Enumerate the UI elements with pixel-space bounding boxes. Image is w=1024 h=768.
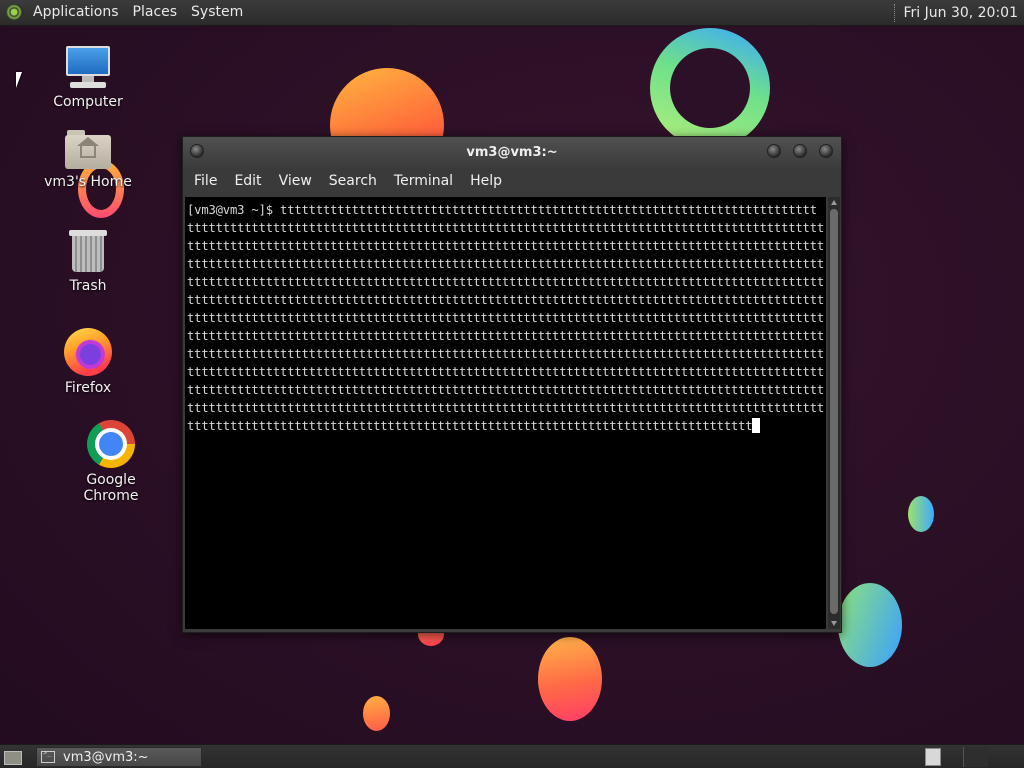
scrollbar-thumb[interactable]	[830, 209, 838, 614]
desktop-icon-home[interactable]: vm3's Home	[38, 130, 138, 190]
terminal-cursor	[752, 418, 761, 433]
terminal-menubar: File Edit View Search Terminal Help	[183, 167, 841, 195]
firefox-icon	[64, 328, 112, 376]
wallpaper-shape	[838, 583, 902, 667]
terminal-text: [vm3@vm3 ~]$ ttttttttttttttttttttttttttt…	[187, 203, 825, 433]
panel-separator	[894, 3, 897, 22]
bottom-panel: vm3@vm3:~	[0, 744, 1024, 768]
maximize-button[interactable]	[793, 144, 807, 158]
desktop-icon-computer[interactable]: Computer	[38, 46, 138, 110]
window-title: vm3@vm3:~	[466, 144, 558, 160]
desktop-icon-label: Google Chrome	[83, 472, 139, 504]
menu-terminal[interactable]: Terminal	[387, 173, 460, 189]
menu-search[interactable]: Search	[322, 173, 384, 189]
workspace-switcher[interactable]	[925, 748, 941, 766]
desktop-icon-label: vm3's Home	[44, 174, 132, 190]
scroll-down-icon[interactable]	[831, 621, 837, 626]
desktop-icon-firefox[interactable]: Firefox	[38, 328, 138, 396]
desktop-icon-label: Computer	[53, 94, 123, 110]
wallpaper-shape	[538, 637, 602, 721]
chrome-icon	[87, 420, 135, 468]
taskbar-window-label: vm3@vm3:~	[63, 749, 149, 765]
desktop-icon-trash[interactable]: Trash	[38, 230, 138, 294]
taskbar-window-button[interactable]: vm3@vm3:~	[36, 747, 202, 767]
distro-logo-icon[interactable]	[6, 3, 24, 22]
menu-applications[interactable]: Applications	[26, 0, 126, 25]
desktop-icon-label: Firefox	[64, 380, 112, 396]
menu-view[interactable]: View	[272, 173, 319, 189]
menu-edit[interactable]: Edit	[227, 173, 268, 189]
top-panel: Applications Places System Fri Jun 30, 2…	[0, 0, 1024, 26]
terminal-window[interactable]: vm3@vm3:~ File Edit View Search Terminal…	[182, 136, 842, 633]
menu-file[interactable]: File	[187, 173, 224, 189]
trash-icon	[69, 230, 107, 274]
window-menu-button[interactable]	[190, 144, 204, 158]
desktop-icon-chrome[interactable]: Google Chrome	[61, 420, 161, 504]
wallpaper-shape	[650, 28, 770, 148]
scroll-up-icon[interactable]	[831, 200, 837, 205]
workspace-switcher-empty[interactable]	[963, 747, 988, 767]
close-button[interactable]	[819, 144, 833, 158]
menu-system[interactable]: System	[184, 0, 250, 25]
mouse-pointer-icon	[16, 72, 28, 88]
window-titlebar[interactable]: vm3@vm3:~	[183, 137, 841, 167]
terminal-scrollbar[interactable]	[828, 197, 840, 629]
terminal-icon	[41, 749, 55, 763]
computer-icon	[64, 46, 112, 90]
home-folder-icon	[65, 130, 111, 170]
menu-places[interactable]: Places	[126, 0, 185, 25]
wallpaper-shape	[363, 696, 390, 731]
panel-clock[interactable]: Fri Jun 30, 20:01	[903, 5, 1024, 21]
desktop-icon-label: Trash	[69, 278, 107, 294]
minimize-button[interactable]	[767, 144, 781, 158]
show-desktop-icon[interactable]	[2, 748, 24, 766]
terminal-output[interactable]: [vm3@vm3 ~]$ ttttttttttttttttttttttttttt…	[185, 197, 826, 629]
wallpaper-shape	[908, 496, 934, 532]
menu-help[interactable]: Help	[463, 173, 509, 189]
